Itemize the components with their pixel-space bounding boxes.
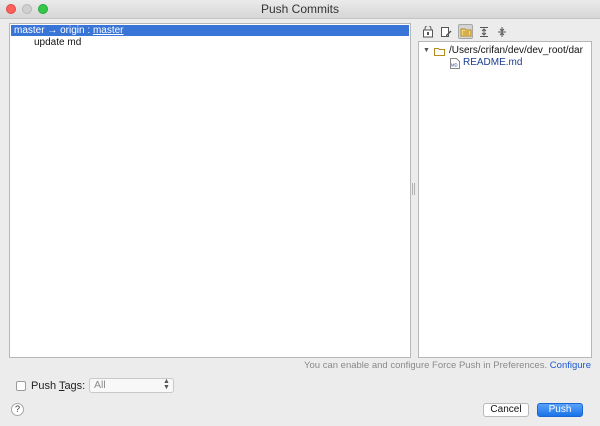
title-bar: Push Commits bbox=[0, 0, 600, 19]
configure-link[interactable]: Configure bbox=[550, 360, 591, 371]
push-tags-label: Push Tags: bbox=[31, 380, 86, 392]
root-path: /Users/crifan/dev/dev_root/dar bbox=[449, 45, 583, 56]
markdown-file-icon: MD bbox=[450, 57, 460, 69]
branch-separator: : bbox=[87, 25, 91, 36]
expand-all-icon[interactable] bbox=[476, 24, 491, 39]
push-button[interactable]: Push bbox=[537, 403, 583, 417]
window-title: Push Commits bbox=[260, 2, 340, 16]
tags-select-value: All bbox=[94, 379, 106, 391]
help-button[interactable]: ? bbox=[11, 403, 24, 416]
group-by-directory-icon[interactable] bbox=[458, 24, 473, 39]
changes-toolbar bbox=[418, 23, 592, 41]
force-push-note: You can enable and configure Force Push … bbox=[304, 360, 591, 371]
collapse-all-icon[interactable] bbox=[494, 24, 509, 39]
changes-tree[interactable]: ▼ /Users/crifan/dev/dev_root/dar MD READ… bbox=[418, 41, 592, 358]
target-branch-link[interactable]: master bbox=[93, 25, 124, 36]
file-badge: MD bbox=[451, 62, 458, 67]
local-branch: master bbox=[14, 25, 45, 36]
file-name: README.md bbox=[463, 57, 523, 68]
chevron-down-icon[interactable]: ▼ bbox=[423, 45, 432, 57]
arrow-icon: → bbox=[47, 25, 58, 36]
push-tags-option[interactable]: Push Tags: bbox=[16, 379, 85, 393]
edit-source-icon[interactable] bbox=[438, 24, 453, 39]
commit-row[interactable]: update md bbox=[34, 36, 81, 49]
tags-select[interactable]: All ▲ ▼ bbox=[89, 378, 174, 393]
tree-root-node[interactable]: ▼ /Users/crifan/dev/dev_root/dar bbox=[423, 45, 583, 57]
push-tags-checkbox[interactable] bbox=[16, 381, 26, 391]
cancel-button[interactable]: Cancel bbox=[483, 403, 529, 417]
folder-icon bbox=[434, 47, 445, 56]
remote-name: origin bbox=[60, 25, 85, 36]
tree-file-node[interactable]: MD README.md bbox=[450, 57, 522, 69]
branch-row-selected[interactable]: master → origin : master bbox=[11, 25, 409, 36]
commits-tree[interactable]: master → origin : master update md bbox=[9, 23, 411, 358]
pane-splitter[interactable] bbox=[412, 183, 415, 195]
show-diff-icon[interactable] bbox=[420, 24, 435, 39]
force-push-text: You can enable and configure Force Push … bbox=[304, 360, 548, 371]
select-updown-icon: ▲ ▼ bbox=[163, 378, 170, 391]
